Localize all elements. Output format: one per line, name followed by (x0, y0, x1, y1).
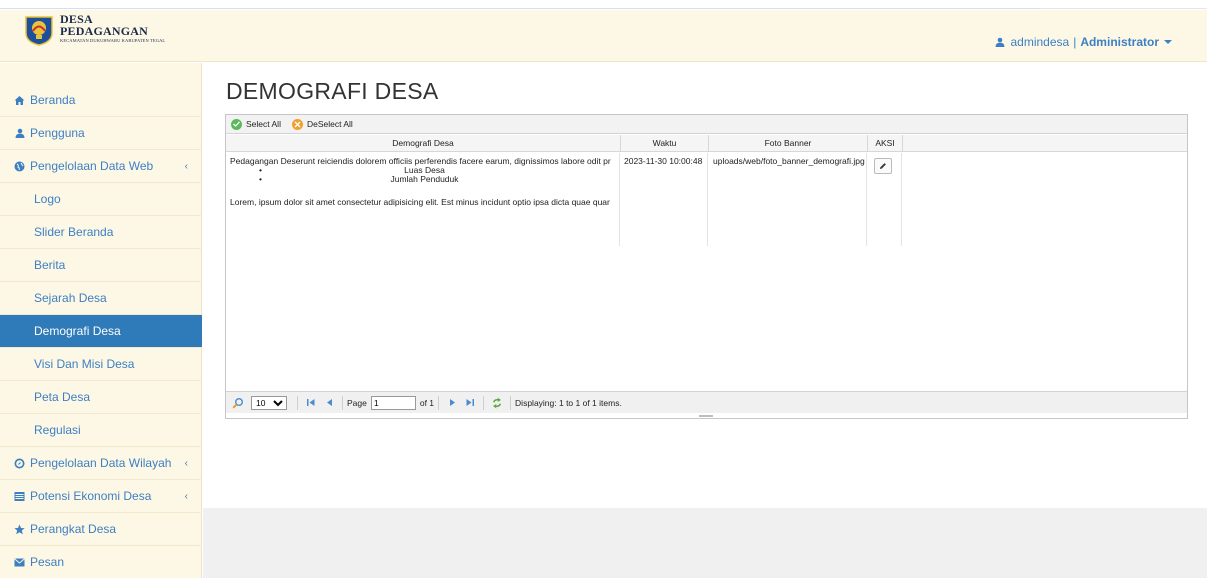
footer-area (203, 508, 1207, 578)
pager-divider (297, 395, 298, 410)
pencil-icon (880, 163, 886, 169)
column-header-foto-banner[interactable]: Foto Banner (709, 135, 868, 152)
sidebar-item-label: Logo (34, 192, 61, 206)
grid-toolbar: Select All DeSelect All (226, 115, 1187, 134)
page-number-input[interactable] (370, 395, 416, 410)
sidebar-item-sejarah-desa[interactable]: Sejarah Desa (0, 282, 202, 315)
first-page-icon[interactable] (305, 397, 317, 409)
sidebar-item-label: Potensi Ekonomi Desa (30, 489, 152, 503)
sidebar-item-regulasi[interactable]: Regulasi (0, 414, 202, 447)
sidebar-item-label: Beranda (30, 93, 76, 107)
deselect-all-label: DeSelect All (306, 119, 353, 129)
sidebar-item-slider-beranda[interactable]: Slider Beranda (0, 216, 202, 249)
user-role: Administrator (1080, 35, 1159, 49)
sidebar-item-beranda[interactable]: Beranda (0, 84, 202, 117)
data-grid: Select All DeSelect All Demografi Desa W… (225, 114, 1188, 419)
sidebar-item-label: Berita (34, 258, 66, 272)
deselect-all-button[interactable]: DeSelect All (291, 118, 353, 130)
home-icon (14, 95, 25, 106)
sidebar-item-label: Pengelolaan Data Web (30, 159, 154, 173)
pager-divider (342, 395, 343, 410)
check-circle-icon (231, 118, 242, 130)
cell-aksi (868, 153, 902, 246)
pager-divider (510, 395, 512, 410)
sidebar-item-label: Peta Desa (34, 390, 91, 404)
district-emblem-logo (25, 16, 53, 46)
sidebar-item-label: Demografi Desa (34, 324, 121, 338)
sidebar-item-berita[interactable]: Berita (0, 249, 202, 282)
top-navbar: DESA PEDAGANGAN KECAMATAN DUKUHWARU KABU… (0, 10, 1207, 62)
brand-subtitle: KECAMATAN DUKUHWARU KABUPATEN TEGAL (60, 38, 166, 43)
column-header-aksi: AKSI (868, 135, 903, 152)
sidebar-item-label: Regulasi (34, 423, 81, 437)
page-label: Page (347, 397, 367, 408)
chevron-left-icon: ‹ (184, 491, 188, 502)
sidebar-item-perangkat-desa[interactable]: Perangkat Desa (0, 513, 202, 546)
cancel-icon (291, 118, 303, 130)
column-header-waktu[interactable]: Waktu (621, 135, 709, 152)
pager-divider (438, 395, 440, 410)
chevron-down-icon (1164, 40, 1172, 44)
user-icon (995, 37, 1005, 47)
sidebar-item-pengguna[interactable]: Pengguna (0, 117, 202, 150)
resize-handle[interactable] (699, 415, 713, 417)
grid-pager: 10 Page of 1 Displaying: 1 to 1 of 1 ite… (226, 391, 1187, 413)
sidebar-item-label: Pesan (30, 555, 65, 569)
user-menu[interactable]: admindesa | Administrator (995, 35, 1172, 49)
pager-divider (483, 395, 485, 410)
chevron-left-icon: ‹ (184, 161, 188, 172)
globe-icon (14, 161, 25, 172)
list-icon (14, 491, 25, 502)
cell-waktu: 2023-11-30 10:00:48 (621, 153, 708, 246)
displaying-info: Displaying: 1 to 1 of 1 items. (515, 397, 622, 408)
sidebar-item-demografi-desa[interactable]: Demografi Desa (0, 315, 202, 348)
sidebar-item-label: Visi Dan Misi Desa (34, 357, 135, 371)
refresh-icon[interactable] (491, 397, 503, 409)
sidebar-item-label: Pengguna (30, 126, 85, 140)
sidebar-item-potensi-ekonomi-desa[interactable]: Potensi Ekonomi Desa ‹ (0, 480, 202, 513)
select-all-button[interactable]: Select All (231, 118, 281, 130)
sidebar-item-pengelolaan-data-wilayah[interactable]: Pengelolaan Data Wilayah ‹ (0, 447, 202, 480)
page-size-select[interactable]: 10 (251, 395, 287, 410)
grid-header: Demografi Desa Waktu Foto Banner AKSI (226, 135, 1187, 152)
last-page-icon[interactable] (464, 397, 476, 409)
select-all-label: Select All (246, 119, 281, 129)
chevron-left-icon: ‹ (184, 458, 188, 469)
compass-icon (14, 458, 25, 469)
page-title: DEMOGRAFI DESA (226, 78, 439, 104)
sidebar-item-pengelolaan-data-web[interactable]: Pengelolaan Data Web ‹ (0, 150, 202, 183)
sidebar-item-peta-desa[interactable]: Peta Desa (0, 381, 202, 414)
edit-button[interactable] (874, 158, 892, 174)
previous-page-icon[interactable] (323, 397, 335, 409)
brand[interactable]: DESA PEDAGANGAN KECAMATAN DUKUHWARU KABU… (22, 13, 165, 47)
user-separator: | (1073, 35, 1077, 49)
user-name: admindesa (1010, 35, 1070, 49)
sidebar-item-label: Slider Beranda (34, 225, 114, 239)
envelope-icon (14, 557, 25, 568)
star-icon (14, 524, 25, 535)
sidebar-item-logo[interactable]: Logo (0, 183, 202, 216)
sidebar: Beranda Pengguna Pengelolaan Data Web ‹ … (0, 63, 202, 578)
cell-demografi: Pedagangan Deserunt reiciendis dolorem o… (226, 153, 620, 246)
column-header-demografi[interactable]: Demografi Desa (226, 135, 621, 152)
brand-name-line2: PEDAGANGAN (60, 24, 148, 38)
sidebar-item-pesan[interactable]: Pesan (0, 546, 202, 578)
demografi-paragraph: Lorem, ipsum dolor sit amet consectetur … (230, 197, 610, 207)
user-icon (14, 128, 25, 139)
top-border (0, 8, 1207, 9)
cell-foto-banner: uploads/web/foto_banner_demografi.jpg (709, 153, 867, 246)
sidebar-item-label: Perangkat Desa (30, 522, 117, 536)
bullet-item: Jumlah Penduduk (230, 175, 619, 185)
page-of-label: of 1 (419, 397, 435, 408)
sidebar-item-label: Sejarah Desa (34, 291, 107, 305)
sidebar-item-label: Pengelolaan Data Wilayah (30, 456, 172, 470)
next-page-icon[interactable] (446, 397, 458, 409)
sidebar-item-visi-dan-misi-desa[interactable]: Visi Dan Misi Desa (0, 348, 202, 381)
table-row[interactable]: Pedagangan Deserunt reiciendis dolorem o… (226, 153, 1187, 246)
search-icon[interactable] (232, 397, 244, 409)
